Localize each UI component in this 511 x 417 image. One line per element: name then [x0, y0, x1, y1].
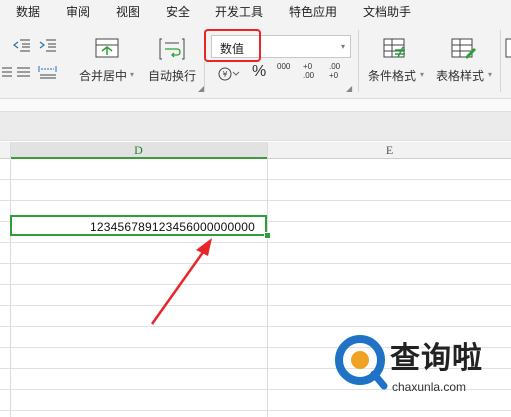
search-logo-icon [335, 335, 388, 390]
watermark-url: chaxunla.com [392, 380, 467, 394]
site-watermark: 查询啦 chaxunla.com [330, 330, 511, 417]
watermark-brand: 查询啦 [390, 341, 483, 376]
